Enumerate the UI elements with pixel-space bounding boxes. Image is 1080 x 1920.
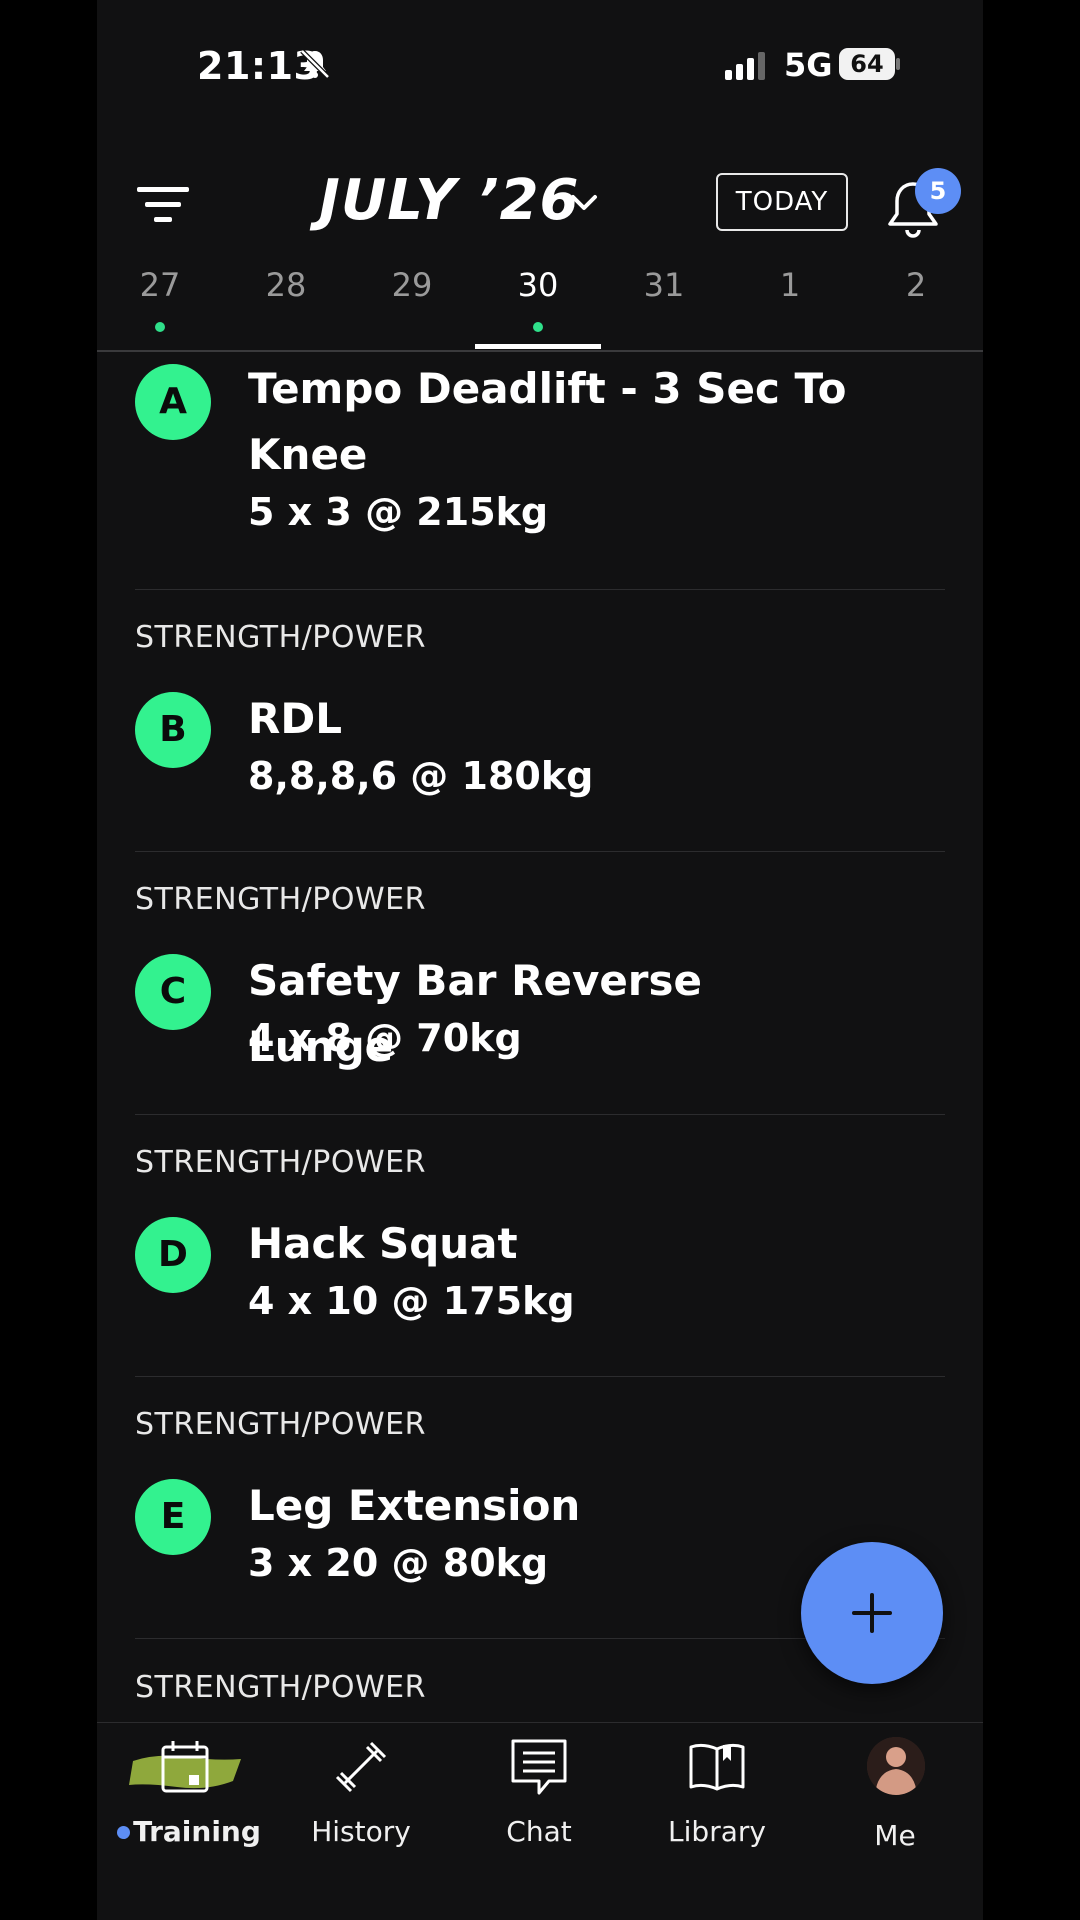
exercise-name: RDL [248, 694, 342, 743]
tab-library[interactable]: Library [629, 1723, 805, 1853]
date-strip: 27 28 29 30 31 1 2 [97, 258, 983, 354]
signal-icon [725, 52, 765, 80]
bottom-nav: Training History Chat Library Me [97, 1722, 983, 1920]
barbell-icon [335, 1741, 387, 1793]
exercise-category: STRENGTH/POWER [135, 882, 426, 917]
month-selector[interactable]: JULY ’26 [319, 168, 580, 233]
exercise-letter: E [135, 1479, 211, 1555]
chat-icon [511, 1739, 567, 1795]
silent-bell-icon [300, 49, 330, 79]
tab-history[interactable]: History [273, 1723, 449, 1853]
exercise-letter: C [135, 954, 211, 1030]
filter-icon[interactable] [137, 183, 193, 227]
exercise-name: Safety Bar Reverse Lunge [248, 956, 703, 1071]
tab-label: Chat [506, 1815, 572, 1848]
tab-label: History [311, 1815, 411, 1848]
network-type: 5G [784, 46, 833, 84]
divider [135, 851, 945, 852]
exercise-category: STRENGTH/POWER [135, 1145, 426, 1180]
exercise-item[interactable]: STRENGTH/POWER C Safety Bar Reverse Lung… [135, 882, 945, 1071]
notification-badge: 5 [915, 168, 961, 214]
date-27[interactable]: 27 [97, 258, 223, 354]
tab-label: Me [874, 1819, 916, 1852]
calendar-icon [161, 1741, 209, 1793]
today-button[interactable]: TODAY [716, 173, 848, 231]
divider [135, 1376, 945, 1377]
exercise-name: Tempo Deadlift - 3 Sec To Knee [248, 364, 847, 479]
exercise-category: STRENGTH/POWER [135, 1407, 426, 1442]
date-31[interactable]: 31 [601, 258, 727, 354]
exercise-letter: D [135, 1217, 211, 1293]
plus-icon [852, 1593, 892, 1633]
tab-training[interactable]: Training [97, 1723, 273, 1853]
add-exercise-button[interactable] [801, 1542, 943, 1684]
date-28[interactable]: 28 [223, 258, 349, 354]
chevron-down-icon[interactable] [567, 186, 601, 220]
exercise-sets: 4 x 8 @ 70kg [248, 1016, 522, 1060]
exercise-category: STRENGTH/POWER [135, 1670, 426, 1705]
battery-icon: 64 [839, 48, 900, 82]
exercise-sets: 5 x 3 @ 215kg [248, 490, 549, 534]
divider [135, 1114, 945, 1115]
exercise-letter: A [135, 364, 211, 440]
exercise-name: Hack Squat [248, 1219, 518, 1268]
exercise-list[interactable]: A Tempo Deadlift - 3 Sec To Knee 5 x 3 @… [97, 352, 983, 1722]
exercise-item[interactable]: STRENGTH/POWER B RDL 8,8,8,6 @ 180kg [135, 620, 945, 798]
exercise-sets: 4 x 10 @ 175kg [248, 1279, 575, 1323]
book-icon [689, 1743, 745, 1791]
tab-me[interactable]: Me [807, 1723, 983, 1853]
tab-label: Training [133, 1815, 261, 1848]
date-2[interactable]: 2 [853, 258, 979, 354]
exercise-category: STRENGTH/POWER [135, 620, 426, 655]
date-30[interactable]: 30 [475, 258, 601, 354]
tab-chat[interactable]: Chat [451, 1723, 627, 1853]
exercise-sets: 3 x 20 @ 80kg [248, 1541, 549, 1585]
tab-label: Library [668, 1815, 766, 1848]
notifications-button[interactable]: 5 [885, 168, 961, 242]
date-29[interactable]: 29 [349, 258, 475, 354]
date-1[interactable]: 1 [727, 258, 853, 354]
exercise-name: Leg Extension [248, 1481, 581, 1530]
battery-level: 64 [839, 48, 895, 80]
app-screen: 21:13 5G 64 JULY ’26 TODAY 5 27 28 29 30… [97, 0, 983, 1920]
exercise-sets: 8,8,8,6 @ 180kg [248, 754, 594, 798]
exercise-item[interactable]: STRENGTH/POWER [135, 1670, 945, 1705]
exercise-item[interactable]: STRENGTH/POWER E Leg Extension 3 x 20 @ … [135, 1407, 945, 1585]
status-bar: 21:13 5G 64 [97, 0, 983, 130]
avatar [867, 1737, 925, 1795]
exercise-letter: B [135, 692, 211, 768]
exercise-item[interactable]: STRENGTH/POWER D Hack Squat 4 x 10 @ 175… [135, 1145, 945, 1323]
divider [135, 589, 945, 590]
